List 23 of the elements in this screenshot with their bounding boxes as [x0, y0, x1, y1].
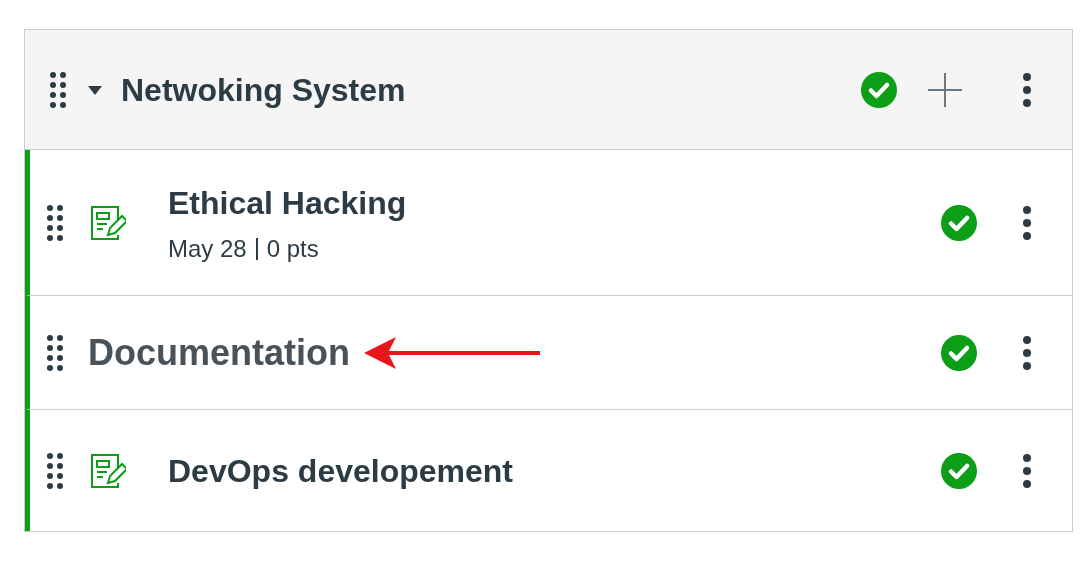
- published-check-icon[interactable]: [860, 70, 898, 109]
- published-check-icon[interactable]: [940, 203, 978, 242]
- published-check-icon[interactable]: [940, 451, 978, 490]
- item-title: Documentation: [88, 330, 350, 375]
- item-title[interactable]: DevOps developement: [168, 446, 513, 495]
- collapse-caret-icon[interactable]: [87, 83, 103, 96]
- published-check-icon[interactable]: [940, 333, 978, 372]
- drag-handle-icon[interactable]: [46, 203, 64, 242]
- drag-handle-icon[interactable]: [49, 70, 67, 109]
- add-icon[interactable]: [926, 70, 964, 109]
- more-options-icon[interactable]: [1022, 71, 1032, 108]
- item-title[interactable]: Ethical Hacking: [168, 178, 407, 227]
- points: 0 pts: [266, 233, 319, 264]
- drag-handle-icon[interactable]: [46, 333, 64, 372]
- assignment-icon: [90, 452, 126, 489]
- meta-divider: [255, 237, 258, 260]
- more-options-icon[interactable]: [1022, 204, 1032, 241]
- drag-handle-icon[interactable]: [46, 451, 64, 490]
- module-title: Netwoking System: [121, 70, 406, 110]
- due-date: May 28: [168, 233, 247, 264]
- more-options-icon[interactable]: [1022, 334, 1032, 371]
- assignment-icon: [90, 204, 126, 241]
- more-options-icon[interactable]: [1022, 452, 1032, 489]
